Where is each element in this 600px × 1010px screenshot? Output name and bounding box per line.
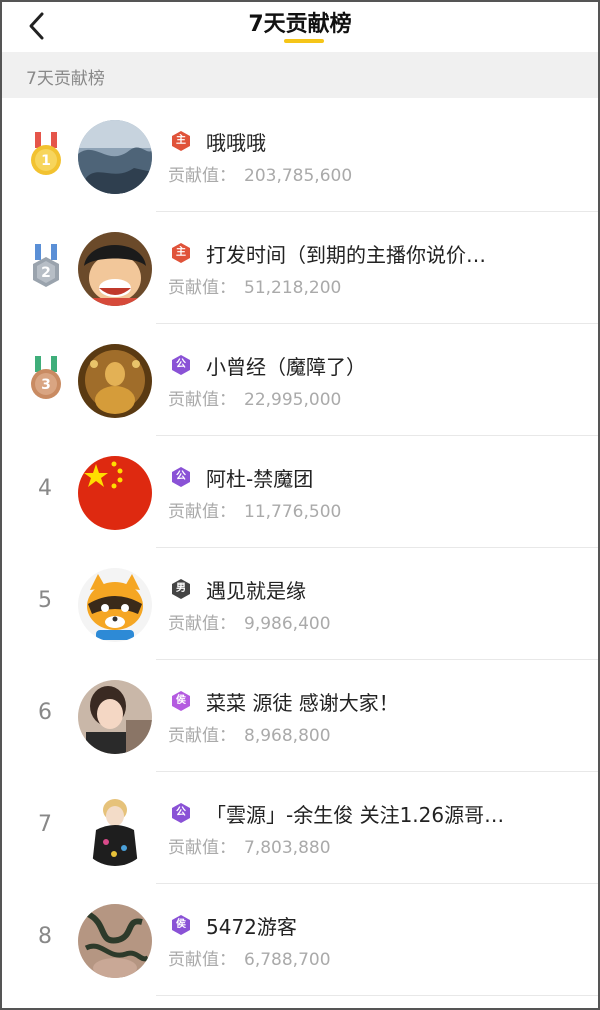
level-badge: 公 [170,354,192,376]
svg-text:2: 2 [41,265,51,281]
contribution-value: 贡献值： 22,995,000 [168,390,342,410]
divider [156,995,600,996]
level-badge: 侯 [170,914,192,936]
list-item[interactable]: 5 男 遇见就是缘 贡献值： 9,986,400 [0,548,600,660]
level-badge: 男 [170,578,192,600]
level-badge: 公 [170,802,192,824]
user-name[interactable]: 小曾经（魔障了） [206,351,576,380]
avatar[interactable] [78,456,152,530]
section-label: 7天贡献榜 [26,69,105,89]
list-item[interactable]: 4 公 阿杜-禁魔团 贡献值： 11,776,500 [0,436,600,548]
avatar[interactable] [78,120,152,194]
list-item[interactable]: 3 公 小曾经（魔障了） 贡献值： 22,995,000 [0,324,600,436]
avatar[interactable] [78,344,152,418]
contribution-value: 贡献值： 51,218,200 [168,278,342,298]
avatar[interactable] [78,904,152,978]
level-badge: 公 [170,466,192,488]
active-tab-indicator [284,39,324,43]
ranking-list: 1 主 哦哦哦 贡献值： 203,785,600 2 主 打发时间（到期的主播你… [0,100,600,996]
level-badge: 主 [170,130,192,152]
avatar[interactable] [78,680,152,754]
contribution-value: 贡献值： 203,785,600 [168,166,353,186]
list-item[interactable]: 1 主 哦哦哦 贡献值： 203,785,600 [0,100,600,212]
user-name[interactable]: 打发时间（到期的主播你说价… [206,239,576,268]
bronze-medal-icon: 3 [31,356,61,399]
list-item[interactable]: 7 公 「雲源」-余生俊 关注1.26源哥… 贡献值： 7,803,880 [0,772,600,884]
contribution-value: 贡献值： 6,788,700 [168,950,331,970]
avatar[interactable] [78,792,152,866]
user-name[interactable]: 哦哦哦 [206,127,576,156]
contribution-value: 贡献值： 8,968,800 [168,726,331,746]
section-header: 7天贡献榜 [2,52,598,98]
rank-number: 8 [38,924,52,949]
list-item[interactable]: 8 侯 5472游客 贡献值： 6,788,700 [0,884,600,996]
contribution-value: 贡献值： 11,776,500 [168,502,342,522]
svg-text:1: 1 [41,153,51,169]
level-badge: 主 [170,242,192,264]
rank-number: 5 [38,588,52,613]
top-bar: 7天贡献榜 [0,0,600,52]
contribution-value: 贡献值： 7,803,880 [168,838,331,858]
user-name[interactable]: 阿杜-禁魔团 [206,463,576,492]
silver-medal-icon: 2 [33,244,59,287]
rank-number: 4 [38,476,52,501]
avatar[interactable] [78,232,152,306]
list-item[interactable]: 6 侯 菜菜 源徒 感谢大家！ 贡献值： 8,968,800 [0,660,600,772]
user-name[interactable]: 5472游客 [206,911,576,940]
rank-number: 6 [38,700,52,725]
user-name[interactable]: 遇见就是缘 [206,575,576,604]
user-name[interactable]: 「雲源」-余生俊 关注1.26源哥… [206,799,576,828]
gold-medal-icon: 1 [31,132,61,175]
avatar[interactable] [78,568,152,642]
rank-number: 7 [38,812,52,837]
list-item[interactable]: 2 主 打发时间（到期的主播你说价… 贡献值： 51,218,200 [0,212,600,324]
page-title: 7天贡献榜 [248,12,352,37]
contribution-value: 贡献值： 9,986,400 [168,614,331,634]
user-name[interactable]: 菜菜 源徒 感谢大家！ [206,687,576,716]
level-badge: 侯 [170,690,192,712]
svg-text:3: 3 [41,377,51,393]
